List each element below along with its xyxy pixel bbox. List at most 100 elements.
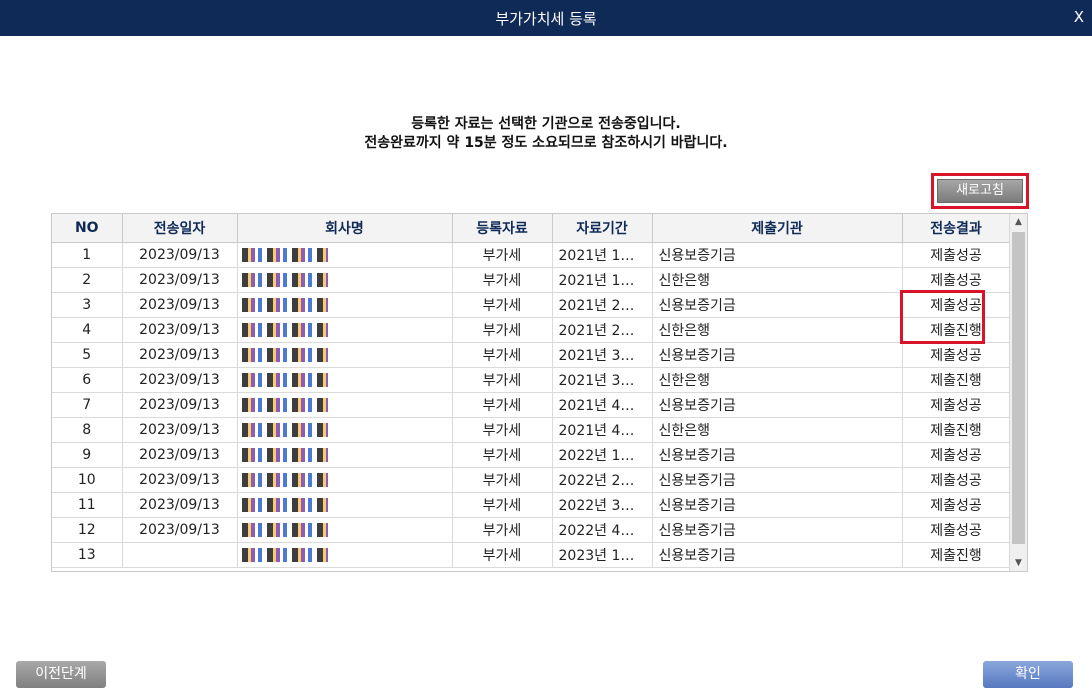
- cell-result: 제출성공: [902, 242, 1011, 268]
- transmission-grid: NO 전송일자 회사명 등록자료 자료기간 제출기관 전송결과 1 2023/09/13 부가세…: [51, 213, 1028, 572]
- previous-step-button[interactable]: 이전단계: [16, 661, 106, 688]
- cell-org: 신용보증기금: [652, 467, 903, 493]
- cell-no: 13: [52, 542, 123, 568]
- cell-date: 2023/09/13: [122, 317, 238, 343]
- refresh-highlight: 새로고침: [931, 173, 1029, 209]
- cell-date: 2023/09/13: [122, 492, 238, 518]
- redacted-company-name: [241, 398, 328, 412]
- cell-result: 제출성공: [902, 492, 1011, 518]
- company-name-cell: [237, 317, 453, 343]
- cell-period: 2023년 1…: [552, 542, 653, 568]
- cell-date: 2023/09/13: [122, 367, 238, 393]
- cell-period: 2021년 2…: [552, 317, 653, 343]
- cell-period: 2021년 3…: [552, 367, 653, 393]
- transmission-table: NO 전송일자 회사명 등록자료 자료기간 제출기관 전송결과 1 2023/09/13 부가세…: [52, 214, 1011, 568]
- cell-no: 10: [52, 467, 123, 493]
- cell-period: 2022년 3…: [552, 492, 653, 518]
- cell-no: 1: [52, 242, 123, 268]
- table-row[interactable]: 11 2023/09/13 부가세 2022년 3… 신용보증기금 제출성공: [52, 492, 1011, 518]
- table-row[interactable]: 10 2023/09/13 부가세 2022년 2… 신용보증기금 제출성공: [52, 467, 1011, 493]
- cell-result: 제출진행: [902, 542, 1011, 568]
- column-header[interactable]: NO: [52, 214, 123, 243]
- cell-date: 2023/09/13: [122, 517, 238, 543]
- column-header[interactable]: 제출기관: [652, 214, 903, 243]
- redacted-company-name: [241, 473, 328, 487]
- scroll-up-icon[interactable]: ▲: [1010, 214, 1027, 230]
- company-name-cell: [237, 242, 453, 268]
- cell-data: 부가세: [452, 417, 553, 443]
- table-header-row: NO 전송일자 회사명 등록자료 자료기간 제출기관 전송결과: [52, 214, 1011, 243]
- cell-data: 부가세: [452, 267, 553, 293]
- cell-result: 제출성공: [902, 342, 1011, 368]
- cell-period: 2022년 1…: [552, 442, 653, 468]
- table-row[interactable]: 8 2023/09/13 부가세 2021년 4… 신한은행 제출진행: [52, 417, 1011, 443]
- redacted-company-name: [241, 423, 328, 437]
- cell-date: 2023/09/13: [122, 442, 238, 468]
- table-row[interactable]: 6 2023/09/13 부가세 2021년 3… 신한은행 제출진행: [52, 367, 1011, 393]
- company-name-cell: [237, 542, 453, 568]
- vertical-scrollbar[interactable]: ▲ ▼: [1009, 214, 1027, 571]
- column-header[interactable]: 회사명: [237, 214, 453, 243]
- cell-org: 신용보증기금: [652, 542, 903, 568]
- column-header[interactable]: 전송일자: [122, 214, 238, 243]
- scroll-down-icon[interactable]: ▼: [1010, 555, 1027, 571]
- cell-no: 12: [52, 517, 123, 543]
- cell-org: 신용보증기금: [652, 492, 903, 518]
- table-row[interactable]: 7 2023/09/13 부가세 2021년 4… 신용보증기금 제출성공: [52, 392, 1011, 418]
- redacted-company-name: [241, 273, 328, 287]
- cell-date: 2023/09/13: [122, 342, 238, 368]
- cell-data: 부가세: [452, 392, 553, 418]
- result-highlight: [900, 290, 985, 344]
- redacted-company-name: [241, 498, 328, 512]
- cell-period: 2021년 4…: [552, 392, 653, 418]
- company-name-cell: [237, 367, 453, 393]
- cell-period: 2022년 2…: [552, 467, 653, 493]
- ok-button[interactable]: 확인: [983, 661, 1073, 688]
- cell-org: 신용보증기금: [652, 292, 903, 318]
- cell-result: 제출성공: [902, 267, 1011, 293]
- redacted-company-name: [241, 448, 328, 462]
- company-name-cell: [237, 417, 453, 443]
- cell-data: 부가세: [452, 442, 553, 468]
- table-row[interactable]: 4 2023/09/13 부가세 2021년 2… 신한은행 제출진행: [52, 317, 1011, 343]
- cell-date: [122, 542, 238, 568]
- table-row[interactable]: 12 2023/09/13 부가세 2022년 4… 신용보증기금 제출성공: [52, 517, 1011, 543]
- refresh-button[interactable]: 새로고침: [937, 179, 1023, 203]
- cell-result: 제출성공: [902, 467, 1011, 493]
- cell-period: 2021년 1…: [552, 267, 653, 293]
- cell-org: 신한은행: [652, 317, 903, 343]
- cell-period: 2021년 3…: [552, 342, 653, 368]
- cell-data: 부가세: [452, 467, 553, 493]
- table-row[interactable]: 13 부가세 2023년 1… 신용보증기금 제출진행: [52, 542, 1011, 568]
- cell-no: 6: [52, 367, 123, 393]
- table-row[interactable]: 2 2023/09/13 부가세 2021년 1… 신한은행 제출성공: [52, 267, 1011, 293]
- redacted-company-name: [241, 348, 328, 362]
- cell-result: 제출진행: [902, 367, 1011, 393]
- column-header[interactable]: 전송결과: [902, 214, 1011, 243]
- cell-org: 신용보증기금: [652, 242, 903, 268]
- cell-data: 부가세: [452, 492, 553, 518]
- cell-result: 제출성공: [902, 517, 1011, 543]
- scroll-thumb[interactable]: [1012, 232, 1025, 544]
- cell-org: 신한은행: [652, 367, 903, 393]
- column-header[interactable]: 자료기간: [552, 214, 653, 243]
- cell-no: 4: [52, 317, 123, 343]
- cell-no: 8: [52, 417, 123, 443]
- company-name-cell: [237, 467, 453, 493]
- table-row[interactable]: 1 2023/09/13 부가세 2021년 1… 신용보증기금 제출성공: [52, 242, 1011, 268]
- table-row[interactable]: 3 2023/09/13 부가세 2021년 2… 신용보증기금 제출성공: [52, 292, 1011, 318]
- cell-no: 3: [52, 292, 123, 318]
- table-row[interactable]: 5 2023/09/13 부가세 2021년 3… 신용보증기금 제출성공: [52, 342, 1011, 368]
- column-header[interactable]: 등록자료: [452, 214, 553, 243]
- cell-period: 2021년 2…: [552, 292, 653, 318]
- cell-no: 9: [52, 442, 123, 468]
- company-name-cell: [237, 392, 453, 418]
- table-body: 1 2023/09/13 부가세 2021년 1… 신용보증기금 제출성공 2 2023/09…: [52, 242, 1011, 568]
- redacted-company-name: [241, 548, 328, 562]
- table-row[interactable]: 9 2023/09/13 부가세 2022년 1… 신용보증기금 제출성공: [52, 442, 1011, 468]
- cell-no: 5: [52, 342, 123, 368]
- cell-no: 11: [52, 492, 123, 518]
- cell-result: 제출성공: [902, 442, 1011, 468]
- cell-no: 2: [52, 267, 123, 293]
- close-icon[interactable]: X: [1074, 8, 1084, 26]
